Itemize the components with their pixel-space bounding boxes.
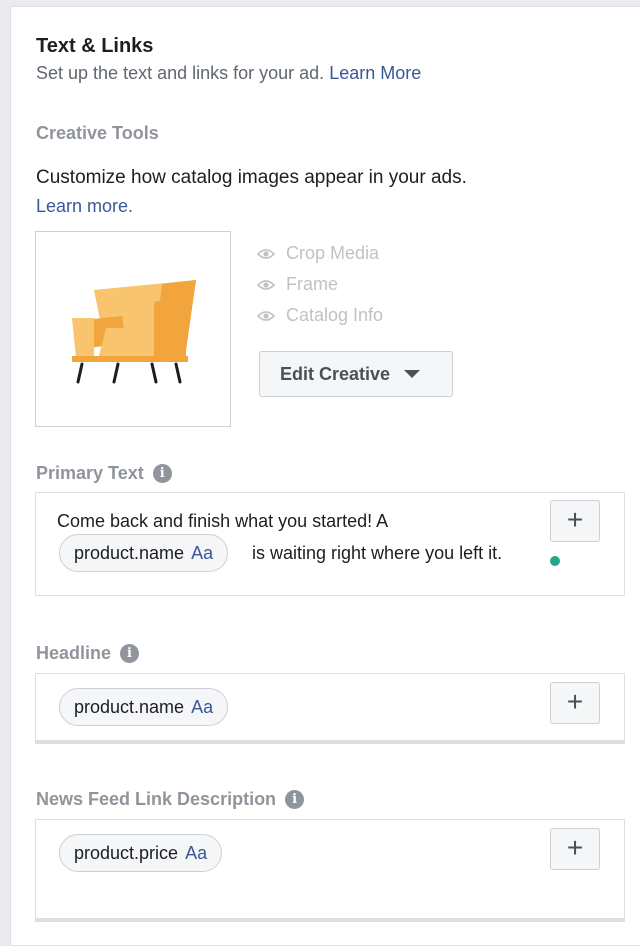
token-label: product.price bbox=[74, 842, 179, 863]
divider bbox=[35, 741, 625, 744]
catalog-image-preview bbox=[35, 231, 231, 427]
section-subtitle: Set up the text and links for your ad. L… bbox=[36, 63, 421, 84]
eye-icon bbox=[257, 248, 275, 259]
armchair-illustration bbox=[72, 280, 196, 384]
info-icon[interactable]: i bbox=[120, 644, 140, 663]
info-icon[interactable]: i bbox=[152, 464, 172, 483]
divider bbox=[35, 919, 625, 922]
primary-text-field[interactable]: Come back and finish what you started! A… bbox=[35, 492, 625, 596]
primary-text-line-1: Come back and finish what you started! A bbox=[57, 511, 389, 531]
primary-text-label: Primary Text i bbox=[36, 463, 172, 484]
news-feed-link-description-label-text: News Feed Link Description bbox=[36, 789, 277, 809]
text-and-links-panel: Text & Links Set up the text and links f… bbox=[10, 6, 640, 946]
token-label: product.name bbox=[74, 696, 185, 717]
primary-text-line-2: is waiting right where you left it. bbox=[252, 543, 503, 563]
edit-creative-button[interactable]: Edit Creative bbox=[259, 351, 453, 397]
token-format: Aa bbox=[185, 842, 208, 863]
status-dot bbox=[550, 556, 560, 566]
section-title: Text & Links bbox=[36, 35, 154, 57]
token-label: product.name bbox=[74, 542, 185, 563]
edit-creative-label: Edit Creative bbox=[280, 363, 391, 384]
crop-media-option[interactable]: Crop Media bbox=[257, 243, 379, 264]
add-field-button[interactable]: + bbox=[550, 682, 600, 724]
product-name-token[interactable]: product.name Aa bbox=[59, 534, 229, 572]
caret-down-icon bbox=[404, 370, 421, 378]
headline-label-text: Headline bbox=[36, 643, 112, 663]
crop-media-label: Crop Media bbox=[286, 243, 380, 263]
product-name-token[interactable]: product.name Aa bbox=[59, 688, 229, 726]
headline-field[interactable]: product.name Aa + bbox=[35, 673, 625, 741]
token-format: Aa bbox=[191, 542, 214, 563]
product-price-token[interactable]: product.price Aa bbox=[59, 834, 223, 872]
creative-tools-label: Creative Tools bbox=[36, 123, 159, 143]
catalog-info-label: Catalog Info bbox=[286, 305, 384, 325]
add-field-button[interactable]: + bbox=[550, 500, 600, 542]
frame-label: Frame bbox=[286, 274, 339, 294]
catalog-info-option[interactable]: Catalog Info bbox=[257, 305, 383, 326]
primary-text-label-text: Primary Text bbox=[36, 463, 144, 483]
headline-label: Headline i bbox=[36, 643, 140, 664]
creative-tools-description: Customize how catalog images appear in y… bbox=[36, 167, 467, 188]
info-icon[interactable]: i bbox=[285, 790, 305, 809]
subtitle-text: Set up the text and links for your ad. bbox=[36, 63, 325, 83]
frame-option[interactable]: Frame bbox=[257, 274, 338, 295]
add-field-button[interactable]: + bbox=[550, 828, 600, 870]
eye-icon bbox=[257, 310, 275, 321]
creative-tools-learn-more-link[interactable]: Learn more. bbox=[36, 196, 133, 217]
eye-icon bbox=[257, 279, 275, 290]
news-feed-link-description-field[interactable]: product.price Aa + bbox=[35, 819, 625, 919]
news-feed-link-description-label: News Feed Link Description i bbox=[36, 789, 305, 810]
learn-more-link[interactable]: Learn More bbox=[329, 63, 421, 83]
token-format: Aa bbox=[191, 696, 214, 717]
